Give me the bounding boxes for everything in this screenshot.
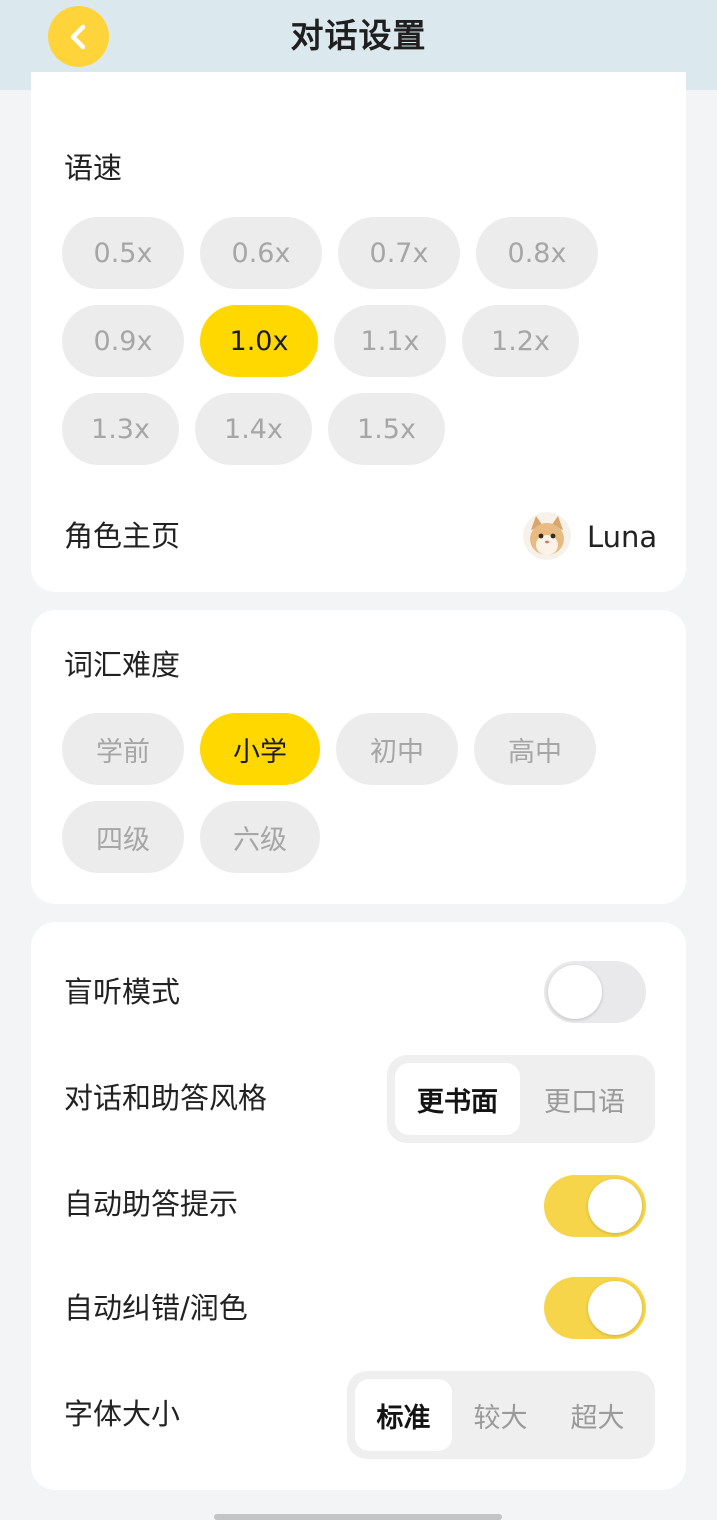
style-segmented-control: 更书面 更口语	[387, 1055, 655, 1143]
home-indicator	[214, 1514, 502, 1520]
vocabulary-label: 词汇难度	[64, 648, 181, 682]
style-label: 对话和助答风格	[64, 1081, 268, 1115]
role-avatar[interactable]	[523, 512, 571, 560]
speed-option-1-4x[interactable]: 1.4x	[195, 393, 312, 465]
auto-hint-toggle[interactable]	[544, 1175, 646, 1237]
toggle-knob	[548, 965, 602, 1019]
settings-page: 对话设置 语速 0.5x 0.6x 0.7x 0.8x 0.9x 1.0x 1.…	[0, 0, 717, 1520]
speed-option-1-2x[interactable]: 1.2x	[462, 305, 579, 377]
font-size-option-extra-large[interactable]: 超大	[549, 1379, 646, 1451]
speed-card: 语速 0.5x 0.6x 0.7x 0.8x 0.9x 1.0x 1.1x 1.…	[31, 72, 686, 592]
speed-option-0-7x[interactable]: 0.7x	[338, 217, 460, 289]
font-size-label: 字体大小	[64, 1397, 181, 1431]
font-size-segmented-control: 标准 较大 超大	[347, 1371, 655, 1459]
vocab-option-junior-high[interactable]: 初中	[336, 713, 458, 785]
speed-option-1-1x[interactable]: 1.1x	[334, 305, 446, 377]
role-home-label: 角色主页	[64, 519, 181, 553]
speed-option-0-6x[interactable]: 0.6x	[200, 217, 322, 289]
auto-correct-toggle[interactable]	[544, 1277, 646, 1339]
blind-listening-toggle[interactable]	[544, 961, 646, 1023]
speed-option-0-5x[interactable]: 0.5x	[62, 217, 184, 289]
vocab-option-primary[interactable]: 小学	[200, 713, 320, 785]
page-title: 对话设置	[290, 16, 427, 55]
speed-option-1-3x[interactable]: 1.3x	[62, 393, 179, 465]
speed-option-0-9x[interactable]: 0.9x	[62, 305, 184, 377]
style-option-formal[interactable]: 更书面	[395, 1063, 520, 1135]
auto-hint-label: 自动助答提示	[64, 1187, 239, 1221]
vocab-option-cet4[interactable]: 四级	[62, 801, 184, 873]
toggle-knob	[588, 1179, 642, 1233]
speed-option-1-0x[interactable]: 1.0x	[200, 305, 318, 377]
style-option-colloquial[interactable]: 更口语	[522, 1063, 647, 1135]
vocabulary-card: 词汇难度 学前 小学 初中 高中 四级 六级	[31, 610, 686, 904]
toggle-knob	[588, 1281, 642, 1335]
font-size-option-large[interactable]: 较大	[452, 1379, 549, 1451]
vocab-option-preschool[interactable]: 学前	[62, 713, 184, 785]
speed-option-0-8x[interactable]: 0.8x	[476, 217, 598, 289]
speed-label: 语速	[64, 151, 123, 185]
blind-listening-label: 盲听模式	[64, 975, 181, 1009]
preferences-card: 盲听模式 对话和助答风格 更书面 更口语 自动助答提示 自动纠错/润色 字体大小…	[31, 922, 686, 1490]
speed-option-1-5x[interactable]: 1.5x	[328, 393, 445, 465]
vocab-option-cet6[interactable]: 六级	[200, 801, 320, 873]
cat-avatar-icon	[523, 512, 571, 560]
vocab-option-senior-high[interactable]: 高中	[474, 713, 596, 785]
role-name[interactable]: Luna	[587, 520, 657, 554]
font-size-option-standard[interactable]: 标准	[355, 1379, 452, 1451]
auto-correct-label: 自动纠错/润色	[64, 1291, 248, 1325]
